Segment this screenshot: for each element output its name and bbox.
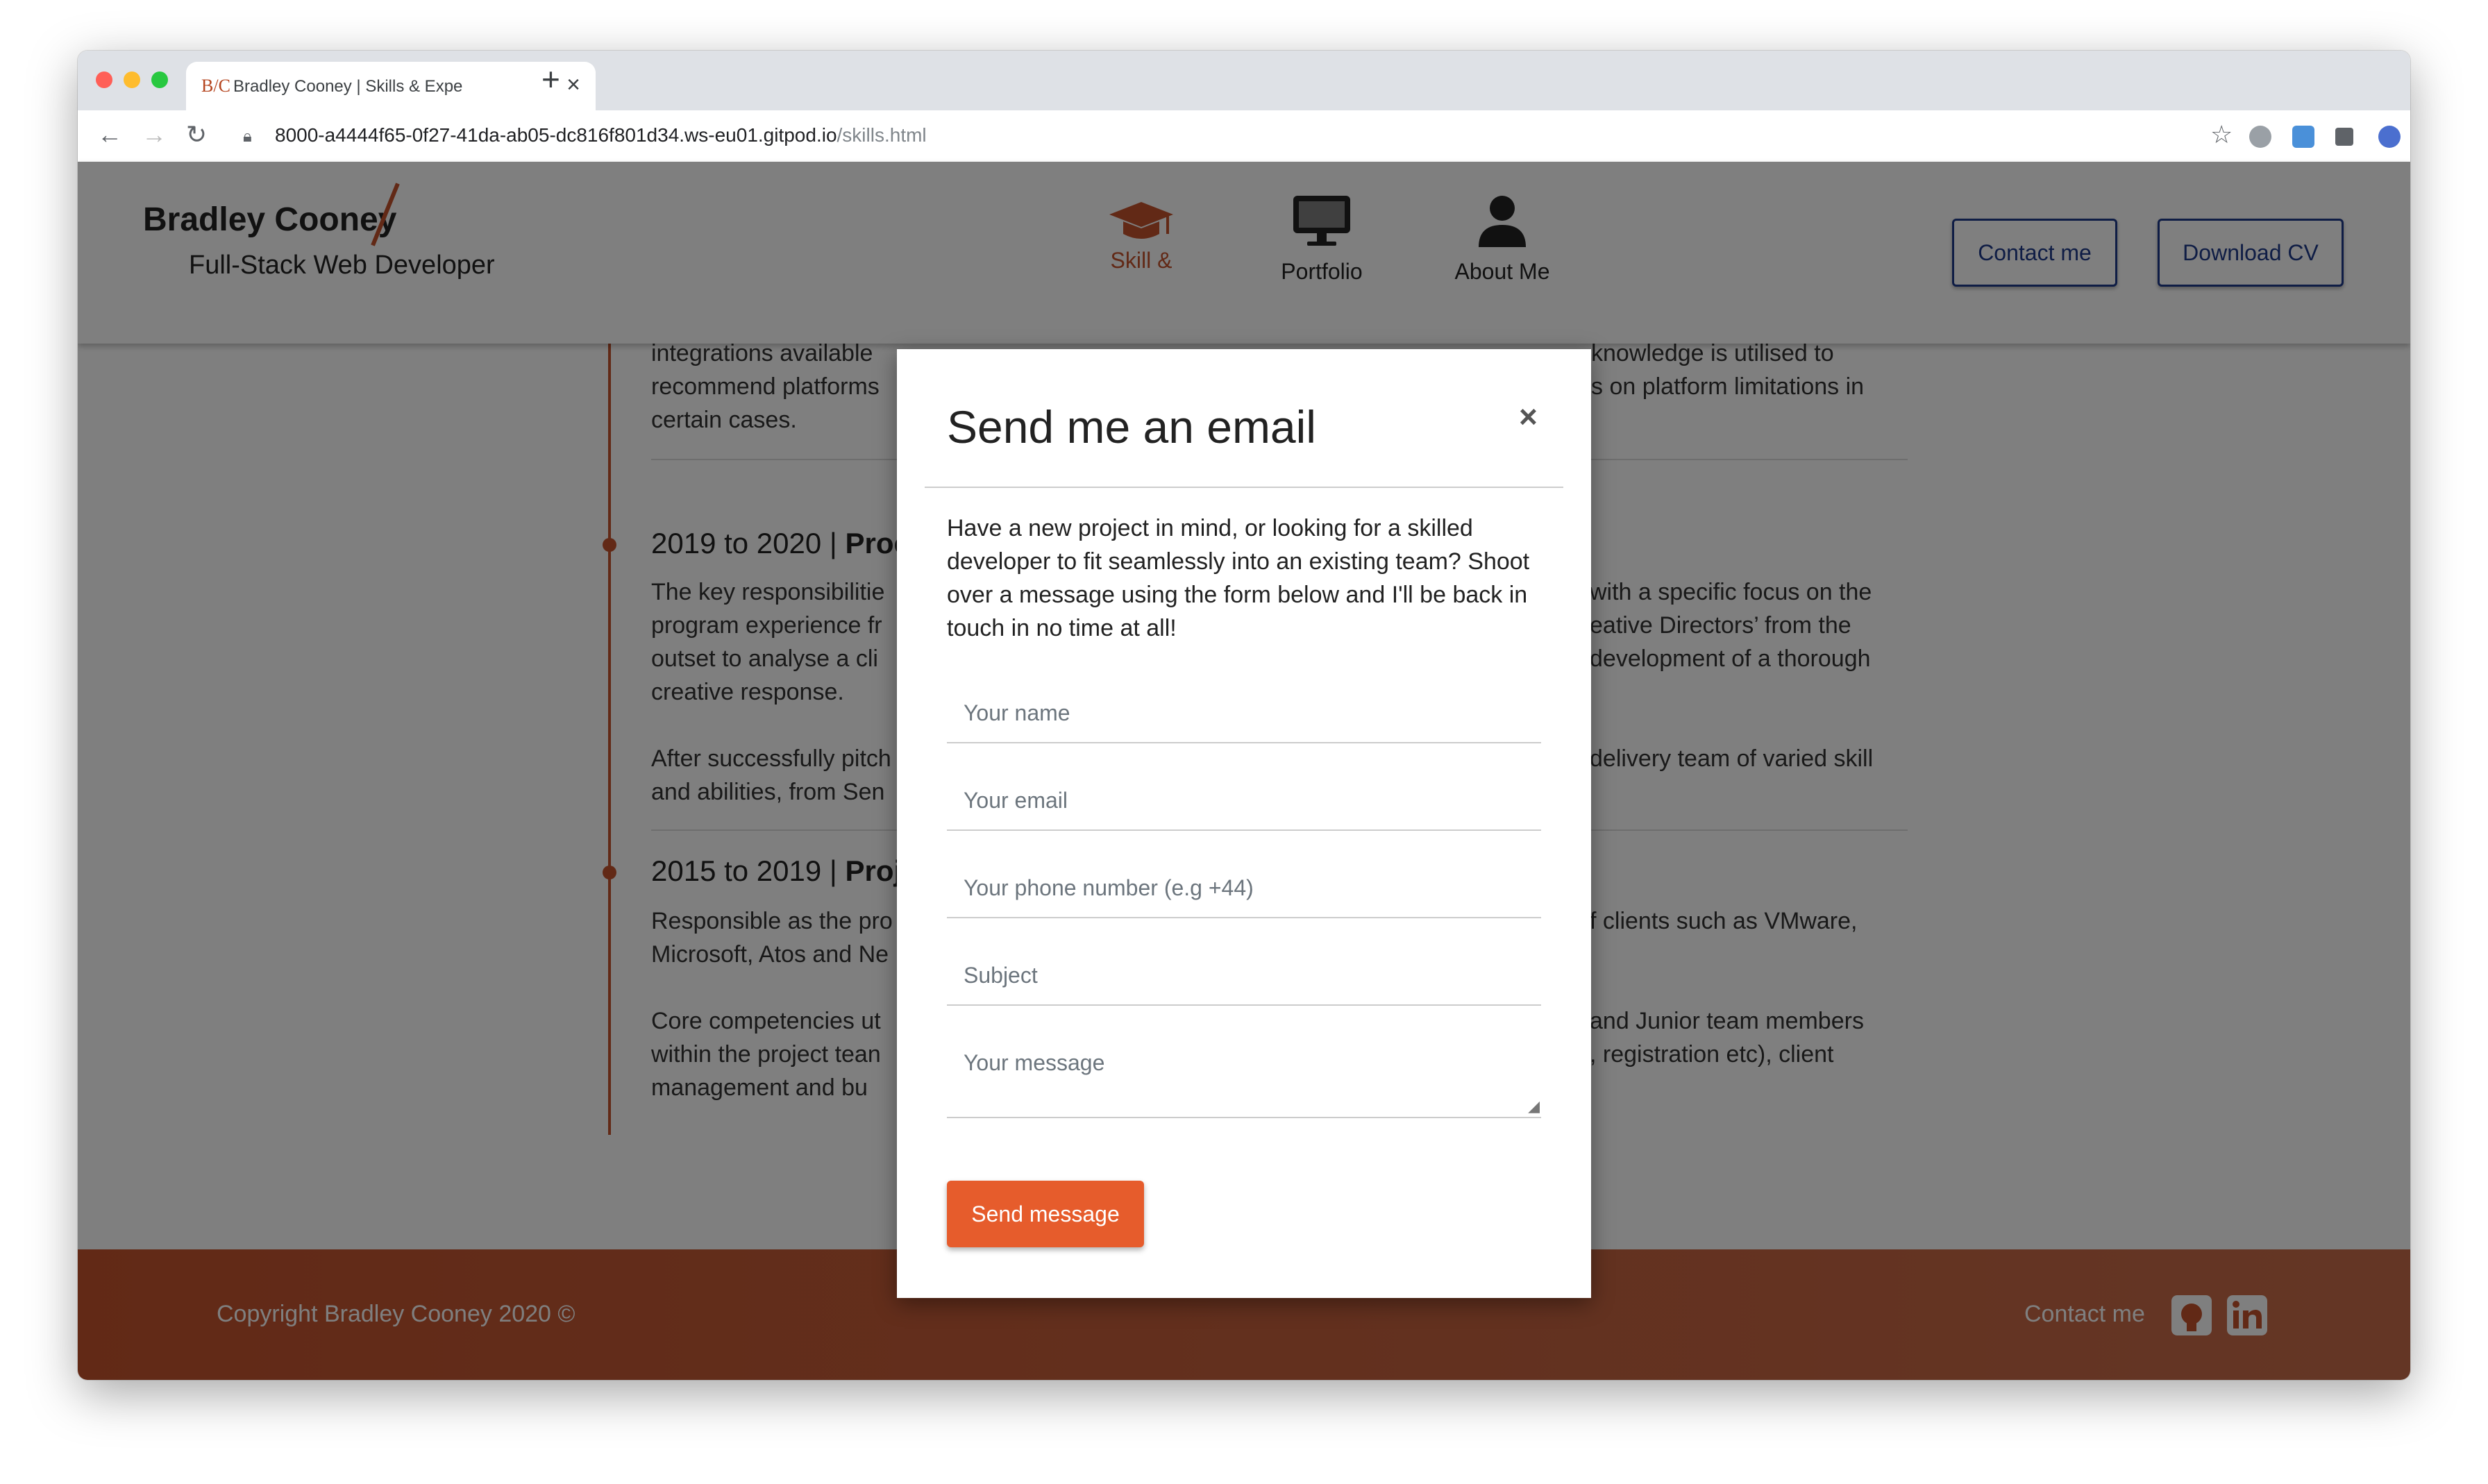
address-bar[interactable]: 8000-a4444f65-0f27-41da-ab05-dc816f801d3…	[275, 124, 927, 146]
lock-icon[interactable]: 🔒︎	[243, 127, 252, 146]
message-placeholder: Your message	[964, 1050, 1105, 1075]
forward-arrow-icon[interactable]: →	[142, 120, 167, 149]
name-placeholder: Your name	[964, 700, 1070, 725]
email-input[interactable]: Your email	[947, 768, 1541, 831]
close-window-button[interactable]	[96, 71, 112, 88]
extension-cube-icon[interactable]	[2292, 126, 2314, 148]
close-tab-icon[interactable]: ×	[566, 71, 580, 99]
webpage: Bradley Cooney Full-Stack Web Developer …	[78, 162, 2410, 1380]
url-path: /skills.html	[837, 124, 927, 146]
subject-input[interactable]: Subject	[947, 943, 1541, 1006]
tab-bar: B/C Bradley Cooney | Skills & Expe × +	[78, 51, 2410, 110]
browser-window: B/C Bradley Cooney | Skills & Expe × + ←…	[78, 51, 2410, 1380]
minimize-window-button[interactable]	[124, 71, 140, 88]
back-arrow-icon[interactable]: ←	[97, 120, 122, 149]
message-textarea[interactable]: Your message ◢	[947, 1031, 1541, 1118]
send-message-button[interactable]: Send message	[947, 1181, 1144, 1247]
phone-input[interactable]: Your phone number (e.g +44)	[947, 856, 1541, 918]
profile-avatar[interactable]	[2378, 126, 2401, 148]
modal-description: Have a new project in mind, or looking f…	[947, 515, 1530, 641]
extension-c-icon[interactable]	[2249, 126, 2271, 148]
maximize-window-button[interactable]	[151, 71, 168, 88]
new-tab-button[interactable]: +	[541, 60, 560, 98]
extensions-puzzle-icon[interactable]	[2335, 128, 2353, 146]
subject-placeholder: Subject	[964, 963, 1038, 988]
reload-icon[interactable]: ↻	[186, 120, 207, 149]
phone-placeholder: Your phone number (e.g +44)	[964, 875, 1254, 900]
favicon-icon: B/C	[201, 76, 230, 96]
modal-divider	[925, 487, 1563, 488]
close-icon[interactable]: ×	[1519, 398, 1538, 435]
email-placeholder: Your email	[964, 788, 1068, 813]
url-host: 8000-a4444f65-0f27-41da-ab05-dc816f801d3…	[275, 124, 837, 146]
bookmark-star-icon[interactable]: ☆	[2210, 120, 2233, 149]
tab-title: Bradley Cooney | Skills & Expe	[233, 77, 463, 96]
resize-handle-icon[interactable]: ◢	[1528, 1097, 1540, 1115]
browser-tab[interactable]: B/C Bradley Cooney | Skills & Expe ×	[186, 62, 596, 110]
name-input[interactable]: Your name	[947, 681, 1541, 743]
email-modal: Send me an email × Have a new project in…	[897, 349, 1591, 1298]
modal-title: Send me an email	[947, 401, 1316, 453]
browser-toolbar: ← → ↻ 🔒︎ 8000-a4444f65-0f27-41da-ab05-dc…	[78, 110, 2410, 162]
